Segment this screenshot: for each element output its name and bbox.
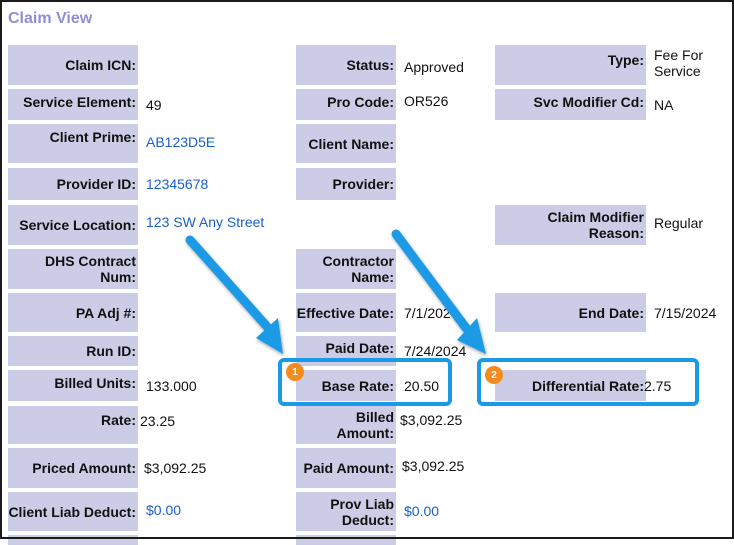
- client-prime-link[interactable]: AB123D5E: [138, 124, 296, 160]
- prov-liab-deduct-label: Prov Liab Deduct:: [296, 492, 396, 531]
- priced-amount-label: Priced Amount:: [8, 448, 138, 488]
- provider-id-link[interactable]: 12345678: [138, 168, 296, 200]
- differential-rate-highlight: [477, 358, 699, 406]
- claim-modifier-reason-value: Regular: [654, 215, 704, 231]
- provider-id-label: Provider ID:: [8, 168, 138, 200]
- status-value: Approved: [404, 59, 464, 75]
- client-name-label: Client Name:: [296, 124, 396, 163]
- next-row-label: [8, 535, 138, 545]
- provider-value: [396, 168, 495, 200]
- pro-code-value: OR526: [404, 93, 449, 109]
- pa-adj-label: PA Adj #:: [8, 293, 138, 332]
- client-liab-deduct-link[interactable]: $0.00: [138, 492, 296, 528]
- dhs-contract-num-value: [138, 249, 296, 289]
- billed-units-value: 133.000: [146, 377, 197, 394]
- client-prime-label: Client Prime:: [8, 124, 138, 163]
- contractor-name-value: [396, 249, 495, 289]
- service-location-link[interactable]: 123 SW Any Street: [138, 205, 296, 239]
- claim-icn-value: [138, 45, 296, 85]
- end-date-label: End Date:: [495, 293, 646, 332]
- type-value: Fee For Service: [654, 47, 704, 79]
- svc-modifier-cd-label: Svc Modifier Cd:: [495, 89, 646, 120]
- run-id-value: [138, 336, 296, 366]
- page-title: Claim View: [8, 10, 93, 27]
- run-id-label: Run ID:: [8, 336, 138, 366]
- rate-value: 23.25: [140, 413, 176, 429]
- prov-liab-deduct-link[interactable]: $0.00: [396, 492, 495, 530]
- end-date-value: 7/15/2024: [654, 304, 717, 321]
- contractor-name-label: Contractor Name:: [296, 249, 396, 289]
- next-row-label-2: [296, 535, 396, 545]
- dhs-contract-num-label: DHS Contract Num:: [8, 249, 138, 289]
- billed-amount-label: Billed Amount:: [296, 406, 396, 444]
- pro-code-label: Pro Code:: [296, 89, 396, 120]
- client-name-value: [396, 124, 495, 163]
- client-liab-deduct-label: Client Liab Deduct:: [8, 492, 138, 531]
- service-element-label: Service Element:: [8, 89, 138, 120]
- claim-icn-label: Claim ICN:: [8, 45, 138, 85]
- annotation-badge-1: 1: [286, 363, 304, 381]
- paid-amount-value: $3,092.25: [402, 458, 465, 474]
- claim-modifier-reason-label: Claim Modifier Reason:: [495, 205, 646, 245]
- billed-units-label: Billed Units:: [8, 370, 138, 401]
- pa-adj-value: [138, 293, 296, 332]
- status-label: Status:: [296, 45, 396, 85]
- effective-date-value: 7/1/2024: [404, 304, 459, 321]
- paid-amount-label: Paid Amount:: [296, 448, 396, 488]
- base-rate-highlight: [278, 358, 452, 406]
- service-location-label: Service Location:: [8, 205, 138, 245]
- effective-date-label: Effective Date:: [296, 293, 396, 332]
- type-label: Type:: [495, 45, 646, 85]
- provider-label: Provider:: [296, 168, 396, 200]
- billed-amount-value: $3,092.25: [400, 412, 463, 428]
- rate-label: Rate:: [8, 406, 138, 444]
- annotation-badge-2: 2: [485, 366, 503, 384]
- service-element-value: 49: [146, 96, 162, 113]
- svc-modifier-cd-value: NA: [654, 96, 674, 113]
- priced-amount-value: $3,092.25: [144, 460, 207, 476]
